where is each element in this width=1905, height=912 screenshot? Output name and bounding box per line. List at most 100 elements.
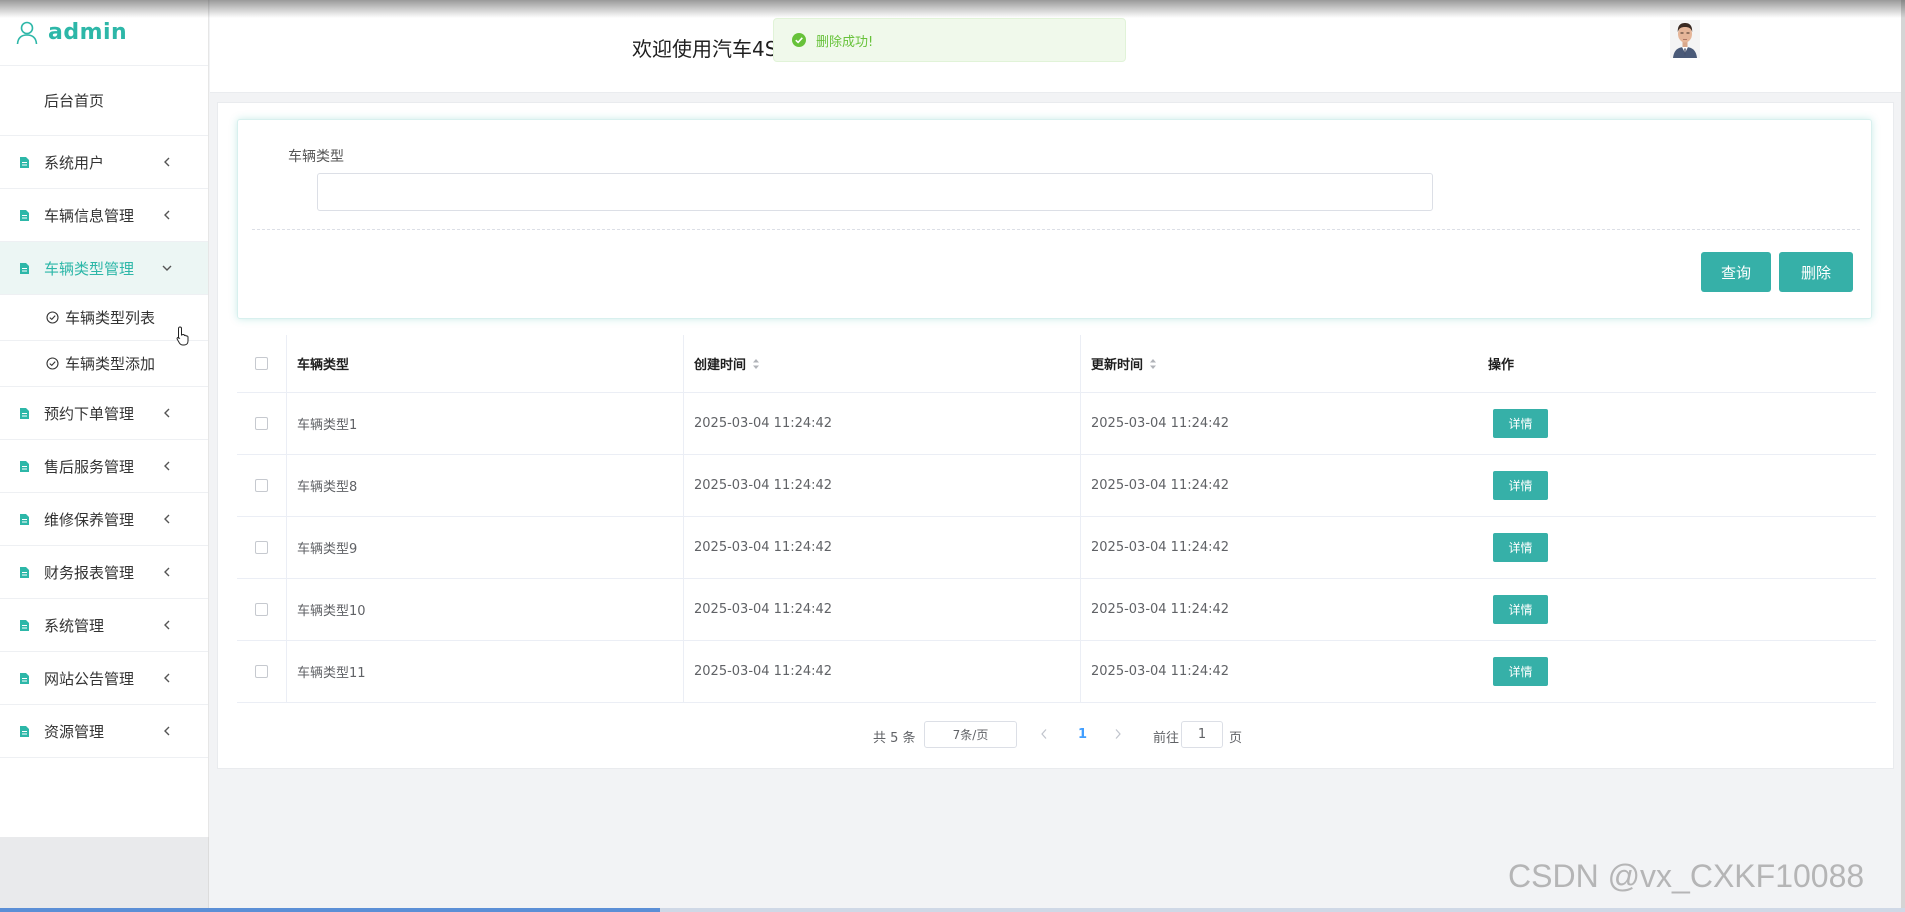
chevron-left-icon — [164, 514, 170, 524]
horizontal-scrollbar[interactable] — [0, 908, 1905, 912]
scrollbar-thumb[interactable] — [0, 908, 660, 912]
sidebar-item-label: 网站公告管理 — [44, 669, 135, 688]
pagination: 共 5 条 7条/页 1 前往 1 页 — [218, 721, 1895, 749]
select-all-checkbox[interactable] — [255, 357, 268, 370]
user-outline-icon — [16, 21, 38, 44]
cell-action: 详情 — [1478, 393, 1876, 454]
column-header-updated[interactable]: 更新时间 — [1081, 335, 1478, 392]
chevron-left-icon — [164, 673, 170, 683]
success-toast: 删除成功! — [773, 18, 1126, 62]
column-header-label: 创建时间 — [694, 358, 747, 373]
document-icon — [20, 566, 29, 578]
sidebar-item[interactable]: 售后服务管理 — [0, 440, 208, 493]
detail-button[interactable]: 详情 — [1493, 471, 1548, 500]
sort-caret-icon[interactable] — [1149, 358, 1157, 370]
cell-created-time: 2025-03-04 11:24:42 — [684, 579, 1081, 640]
sidebar-item-label: 车辆类型管理 — [44, 259, 135, 278]
chevron-left-icon — [164, 461, 170, 471]
delete-button[interactable]: 删除 — [1779, 252, 1853, 292]
sidebar-item-label: 财务报表管理 — [44, 563, 135, 582]
document-icon — [20, 262, 29, 274]
welcome-title: 欢迎使用汽车4S — [632, 37, 778, 61]
cell-vehicle-type: 车辆类型11 — [287, 641, 684, 702]
sidebar-item-label: 维修保养管理 — [44, 510, 135, 529]
table-row: 车辆类型11 2025-03-04 11:24:42 2025-03-04 11:2… — [237, 641, 1876, 703]
row-checkbox[interactable] — [255, 603, 268, 616]
vertical-scrollbar[interactable] — [1901, 0, 1905, 912]
row-checkbox-cell — [237, 641, 287, 702]
sidebar: admin 后台首页 系统用户 车辆信息管理 车辆类型管理 车辆类型列表 车辆类… — [0, 0, 209, 837]
watermark: CSDN @vx_CXKF10088 — [1508, 858, 1865, 894]
chevron-left-icon — [164, 408, 170, 418]
cell-created-time: 2025-03-04 11:24:42 — [684, 393, 1081, 454]
row-checkbox[interactable] — [255, 665, 268, 678]
sidebar-menu-group: 系统用户车辆信息管理 — [0, 136, 208, 242]
detail-button[interactable]: 详情 — [1493, 533, 1548, 562]
divider — [252, 229, 1860, 230]
sidebar-subitem-label: 车辆类型列表 — [65, 309, 156, 327]
app-page: admin 后台首页 系统用户 车辆信息管理 车辆类型管理 车辆类型列表 车辆类… — [0, 0, 1905, 912]
cell-vehicle-type: 车辆类型1 — [287, 393, 684, 454]
document-icon — [20, 209, 29, 221]
cell-vehicle-type: 车辆类型10 — [287, 579, 684, 640]
document-icon — [20, 156, 29, 168]
chevron-left-icon[interactable] — [1040, 728, 1048, 740]
sidebar-item-label: 车辆信息管理 — [44, 206, 135, 225]
column-header-created[interactable]: 创建时间 — [684, 335, 1081, 392]
column-header-type: 车辆类型 — [287, 335, 684, 392]
vehicle-type-search-input[interactable] — [317, 173, 1433, 211]
sidebar-subitem-vehicle-type-add[interactable]: 车辆类型添加 — [0, 341, 208, 387]
document-icon — [20, 619, 29, 631]
sidebar-item[interactable]: 车辆信息管理 — [0, 189, 208, 242]
sidebar-item-home[interactable]: 后台首页 — [0, 66, 208, 136]
sidebar-item-label: 资源管理 — [44, 722, 105, 741]
toast-message: 删除成功! — [816, 34, 874, 50]
chevron-right-icon[interactable] — [1114, 728, 1122, 740]
sort-caret-icon[interactable] — [752, 358, 760, 370]
detail-button[interactable]: 详情 — [1493, 657, 1548, 686]
search-panel: 车辆类型 查询 删除 — [237, 119, 1872, 319]
chevron-left-icon — [164, 157, 170, 167]
page-size-select[interactable]: 7条/页 — [924, 721, 1017, 748]
detail-button[interactable]: 详情 — [1493, 595, 1548, 624]
sidebar-item-label: 系统用户 — [44, 153, 105, 172]
sidebar-subitem-label: 车辆类型添加 — [65, 355, 156, 373]
sidebar-item[interactable]: 预约下单管理 — [0, 387, 208, 440]
sidebar-item[interactable]: 财务报表管理 — [0, 546, 208, 599]
document-icon — [20, 672, 29, 684]
avatar[interactable] — [1670, 20, 1700, 58]
detail-button[interactable]: 详情 — [1493, 409, 1548, 438]
row-checkbox[interactable] — [255, 479, 268, 492]
row-checkbox-cell — [237, 517, 287, 578]
table-row: 车辆类型10 2025-03-04 11:24:42 2025-03-04 11:2… — [237, 579, 1876, 641]
chevron-left-icon — [164, 567, 170, 577]
pagination-goto-label: 前往 — [1153, 731, 1180, 746]
sidebar-item-vehicle-type[interactable]: 车辆类型管理 — [0, 242, 208, 295]
sidebar-item[interactable]: 资源管理 — [0, 705, 208, 758]
pagination-current-page[interactable]: 1 — [1078, 727, 1087, 742]
brand-name: admin — [48, 20, 128, 45]
search-label: 车辆类型 — [288, 149, 344, 165]
cell-action: 详情 — [1478, 641, 1876, 702]
cell-updated-time: 2025-03-04 11:24:42 — [1091, 664, 1230, 679]
sidebar-item[interactable]: 系统用户 — [0, 136, 208, 189]
sidebar-item[interactable]: 系统管理 — [0, 599, 208, 652]
mouse-pointer-icon — [176, 326, 189, 346]
pagination-goto-input[interactable]: 1 — [1181, 721, 1223, 748]
sidebar-item[interactable]: 维修保养管理 — [0, 493, 208, 546]
check-circle-icon — [46, 311, 59, 324]
sidebar-brand: admin — [0, 0, 208, 66]
table-header-row: 车辆类型 创建时间 更新时间 操作 — [237, 335, 1876, 393]
query-button[interactable]: 查询 — [1701, 252, 1771, 292]
cell-action: 详情 — [1478, 579, 1876, 640]
table-row: 车辆类型8 2025-03-04 11:24:42 2025-03-04 11:24… — [237, 455, 1876, 517]
sidebar-footer — [0, 837, 209, 912]
sidebar-item-label: 预约下单管理 — [44, 404, 135, 423]
vehicle-type-table: 车辆类型 创建时间 更新时间 操作 车辆类型1 2025-03-04 11:24:… — [237, 335, 1876, 703]
row-checkbox[interactable] — [255, 417, 268, 430]
row-checkbox-cell — [237, 579, 287, 640]
header-checkbox-cell — [237, 335, 287, 392]
row-checkbox-cell — [237, 393, 287, 454]
sidebar-item[interactable]: 网站公告管理 — [0, 652, 208, 705]
row-checkbox[interactable] — [255, 541, 268, 554]
